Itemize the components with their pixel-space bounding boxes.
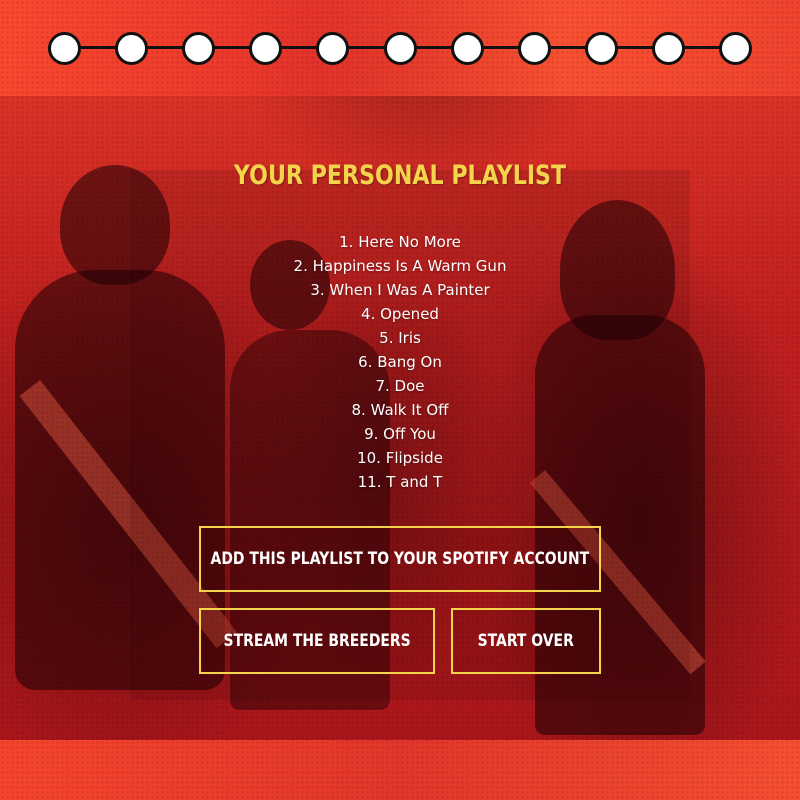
add-to-spotify-label: ADD THIS PLAYLIST TO YOUR SPOTIFY ACCOUN…	[210, 549, 590, 569]
stream-the-breeders-button[interactable]: STREAM THE BREEDERS	[199, 608, 435, 674]
stream-the-breeders-label: STREAM THE BREEDERS	[223, 631, 411, 651]
progress-step-dot	[316, 32, 349, 65]
progress-step-dot	[384, 32, 417, 65]
add-to-spotify-button[interactable]: ADD THIS PLAYLIST TO YOUR SPOTIFY ACCOUN…	[199, 526, 601, 592]
playlist-track-list: 1. Here No More 2. Happiness Is A Warm Gu…	[0, 230, 800, 494]
progress-stepper	[48, 30, 752, 66]
playlist-track: 8. Walk It Off	[351, 401, 449, 419]
progress-step-dot	[115, 32, 148, 65]
playlist-track: 7. Doe	[375, 377, 425, 395]
start-over-button[interactable]: START OVER	[451, 608, 601, 674]
playlist-track: 11. T and T	[357, 473, 443, 491]
progress-step-dot	[719, 32, 752, 65]
progress-step-dot	[182, 32, 215, 65]
playlist-track: 3. When I Was A Painter	[310, 281, 490, 299]
playlist-track: 10. Flipside	[357, 449, 443, 467]
progress-step-dot	[518, 32, 551, 65]
start-over-label: START OVER	[477, 631, 575, 651]
playlist-track: 1. Here No More	[339, 233, 461, 251]
progress-step-dot	[585, 32, 618, 65]
progress-step-dot	[249, 32, 282, 65]
playlist-track: 9. Off You	[364, 425, 436, 443]
progress-step-dot	[48, 32, 81, 65]
page-title: YOUR PERSONAL PLAYLIST	[233, 160, 567, 191]
playlist-track: 4. Opened	[361, 305, 439, 323]
progress-step-dot	[451, 32, 484, 65]
playlist-track: 5. Iris	[379, 329, 421, 347]
progress-step-dot	[652, 32, 685, 65]
playlist-track: 6. Bang On	[358, 353, 442, 371]
playlist-track: 2. Happiness Is A Warm Gun	[293, 257, 507, 275]
